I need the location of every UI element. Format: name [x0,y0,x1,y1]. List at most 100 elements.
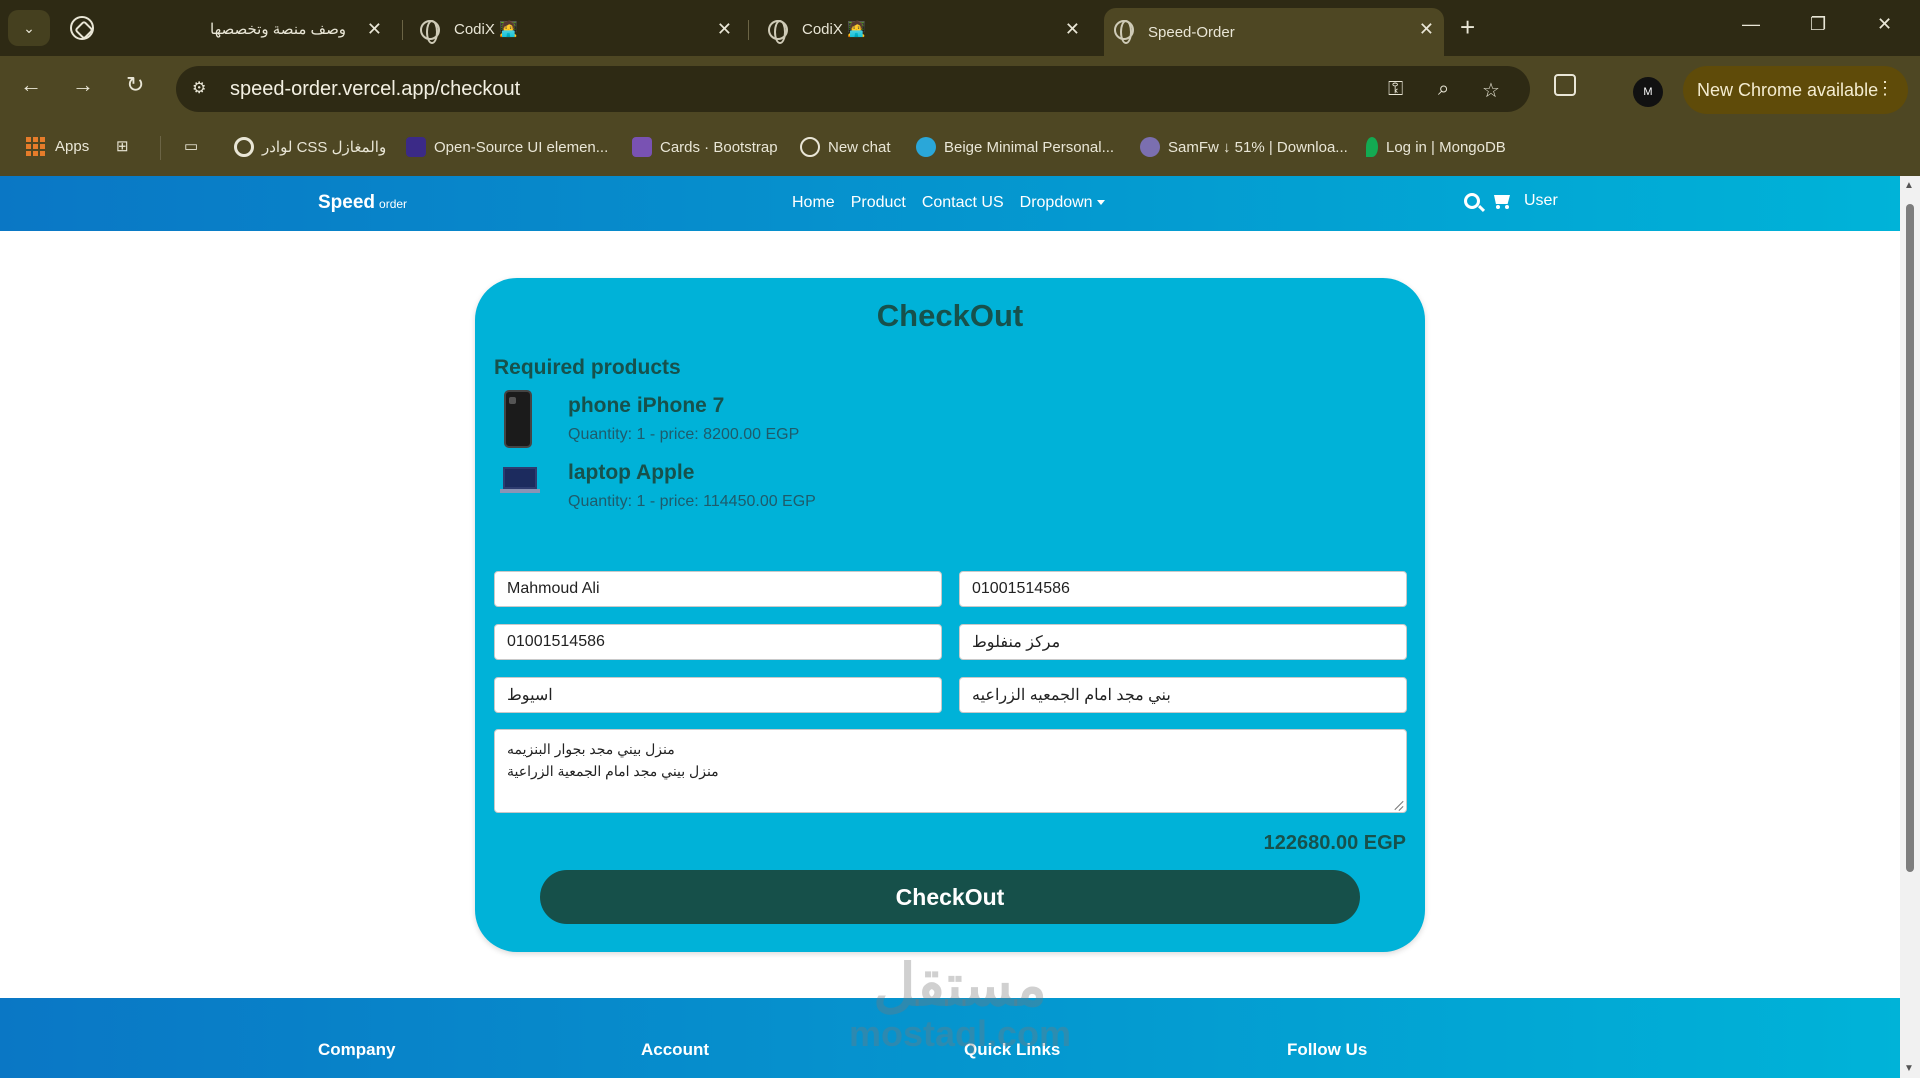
folder-icon[interactable]: ▭ [184,137,198,155]
search-icon[interactable] [1464,193,1480,209]
required-products-title: Required products [494,356,681,379]
globe-icon [768,20,788,44]
watermark-logo: مستقل mostaql.com [840,956,1080,1052]
tab-title: CodiX 🧑‍💻 [802,21,866,38]
site-settings-icon[interactable]: ⚙ [192,78,214,100]
watermark-arabic: مستقل [873,953,1047,1018]
back-arrow-icon[interactable]: ← [20,72,42,98]
restore-button[interactable]: ❐ [1810,14,1826,35]
tab-separator [748,20,749,40]
update-chrome-button[interactable]: New Chrome available ⋮ [1683,66,1908,114]
bookmark-label: New chat [828,138,891,156]
bookmark-uiverse[interactable]: Open-Source UI elemen... [406,137,608,157]
browser-toolbar: ← → ↻ ⚙ speed-order.vercel.app/checkout … [0,56,1920,120]
samfw-icon [1140,137,1160,157]
village-field[interactable] [959,677,1407,713]
page-scrollbar[interactable]: ▲ ▼ [1900,176,1920,1078]
tab-title: CodiX 🧑‍💻 [454,21,518,38]
order-total: 122680.00 EGP [1263,832,1406,854]
openai-icon [800,137,820,157]
close-tab-icon[interactable]: ✕ [717,19,732,39]
nav-product[interactable]: Product [851,194,906,212]
checkout-card: CheckOut Required products phone iPhone … [475,278,1425,952]
brand-name: Speed [318,192,376,213]
tab-2[interactable]: CodiX 🧑‍💻 ✕ [410,8,742,50]
bookmark-loaders[interactable]: لوادر CSS والمغازل [234,137,386,157]
loader-icon [234,137,254,157]
phone-image [500,390,536,448]
site-navbar: Speed order Home Product Contact US Dropd… [0,176,1900,231]
tab-title: Speed-Order [1148,23,1235,41]
address-line: منزل بيني مجد بجوار البنزيمه [507,741,675,757]
minimize-button[interactable]: — [1742,14,1760,35]
close-tab-icon[interactable]: ✕ [367,19,382,39]
scroll-up-arrow-icon[interactable]: ▲ [1904,180,1914,191]
bookmark-samfw[interactable]: SamFw ↓ 51% | Downloa... [1140,137,1348,157]
phone-field[interactable] [959,571,1407,607]
bookmark-label: Apps [55,138,90,155]
apps-grid-icon [26,137,45,156]
footer-heading-account: Account [641,1040,709,1059]
watermark-latin: mostaql.com [848,1013,1072,1054]
bookmark-label: لوادر CSS والمغازل [262,139,387,156]
menu-dots-icon[interactable]: ⋮ [1876,78,1894,99]
new-tab-button[interactable]: + [1460,12,1475,42]
site-brand[interactable]: Speed order [318,192,407,214]
checkout-button[interactable]: CheckOut [540,870,1360,924]
password-key-icon[interactable]: ⚿ [1388,78,1403,101]
mongodb-leaf-icon [1366,137,1378,157]
tab-separator [402,20,403,40]
extensions-icon[interactable] [1554,74,1576,96]
bookmark-new-chat[interactable]: New chat [800,137,891,157]
bookmarks-bar: Apps ⊞ ▭ لوادر CSS والمغازل Open-Source … [0,120,1920,176]
address-line: منزل بيني مجد امام الجمعية الزراعية [507,763,719,779]
bookmark-label: Beige Minimal Personal... [944,138,1115,156]
tab-3[interactable]: CodiX 🧑‍💻 ✕ [758,8,1090,50]
zoom-icon[interactable]: ⌕ [1438,78,1449,101]
product-name: laptop Apple [568,461,695,484]
reload-icon[interactable]: ↻ [126,72,144,98]
tab-1[interactable]: وصف منصة وتخصصها ✕ [120,8,392,50]
bookmark-label: SamFw ↓ 51% | Downloa... [1168,138,1348,156]
address-url[interactable]: speed-order.vercel.app/checkout [230,78,520,101]
footer-heading-follow-us: Follow Us [1287,1040,1368,1059]
nav-home[interactable]: Home [792,194,835,212]
address-textarea[interactable]: منزل بيني مجد بجوار البنزيمه منزل بيني م… [494,729,1407,813]
forward-arrow-icon[interactable]: → [72,72,94,98]
bootstrap-icon [632,137,652,157]
bookmark-canva[interactable]: Beige Minimal Personal... [916,137,1114,157]
bookmark-label: Cards · Bootstrap [660,138,778,156]
bookmark-mongodb[interactable]: Log in | MongoDB [1366,137,1506,157]
resize-handle-icon[interactable] [1393,799,1405,811]
nav-actions: User [1464,192,1558,210]
nav-dropdown[interactable]: Dropdown [1020,194,1105,212]
nav-contact[interactable]: Contact US [922,194,1004,212]
globe-icon [1114,20,1134,44]
tab-search-button[interactable]: ⌄ [8,10,50,46]
tab-groups-icon[interactable]: ⊞ [116,137,129,155]
close-tab-icon[interactable]: ✕ [1065,19,1080,39]
center-field[interactable] [959,624,1407,660]
product-quantity-price: Quantity: 1 - price: 8200.00 EGP [568,426,800,443]
bookmark-bootstrap[interactable]: Cards · Bootstrap [632,137,778,157]
governorate-field[interactable] [494,677,942,713]
scroll-down-arrow-icon[interactable]: ▼ [1904,1063,1914,1074]
product-name: phone iPhone 7 [568,394,725,417]
phone2-field[interactable] [494,624,942,660]
close-tab-icon[interactable]: ✕ [1419,19,1434,39]
cart-icon[interactable] [1492,193,1512,209]
update-label: New Chrome available [1697,79,1879,100]
product-item: phone iPhone 7 Quantity: 1 - price: 8200… [494,390,994,452]
profile-avatar[interactable]: M [1633,77,1663,107]
bookmark-star-icon[interactable]: ☆ [1482,78,1500,103]
checkout-title: CheckOut [876,298,1024,333]
page-viewport: Speed order Home Product Contact US Dropd… [0,176,1900,1078]
close-window-button[interactable]: ✕ [1877,14,1892,35]
address-bar[interactable]: ⚙ speed-order.vercel.app/checkout ⚿ ⌕ ☆ [176,66,1530,112]
user-link[interactable]: User [1524,192,1558,210]
scroll-thumb[interactable] [1906,204,1914,872]
name-field[interactable] [494,571,942,607]
chatgpt-pinned-icon[interactable] [70,16,94,40]
tab-4-active[interactable]: Speed-Order ✕ [1104,8,1444,56]
bookmark-apps[interactable]: Apps [26,137,89,156]
